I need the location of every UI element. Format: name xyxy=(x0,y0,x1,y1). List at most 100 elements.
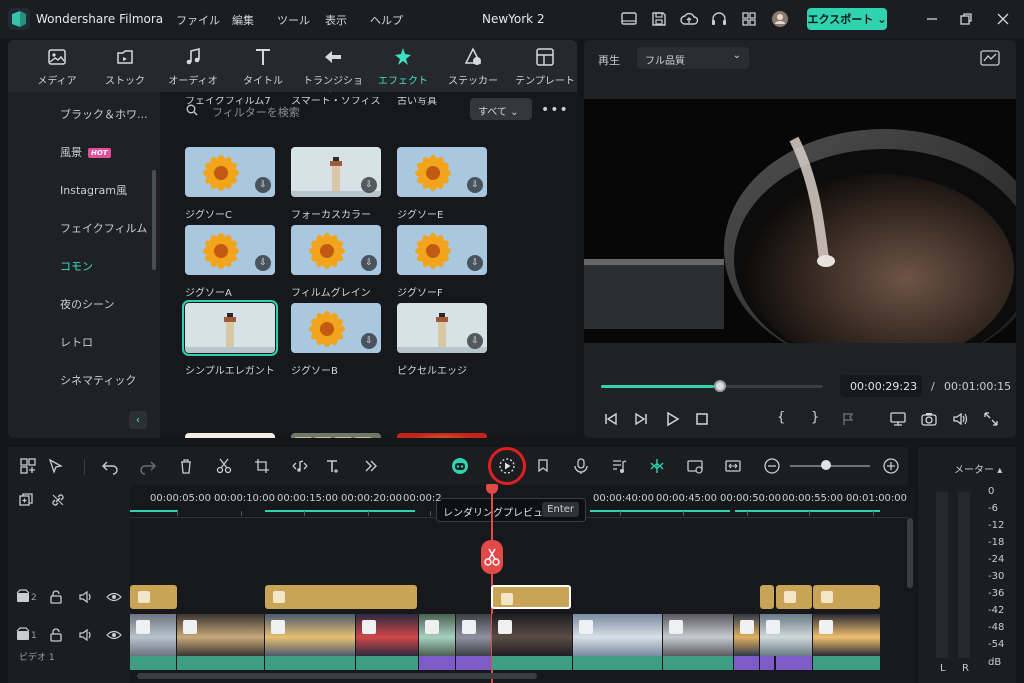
audio-waveform[interactable] xyxy=(456,656,491,670)
timeline-vertical-scrollbar[interactable] xyxy=(907,518,913,588)
layout-icon[interactable] xyxy=(619,9,639,29)
tab-audio[interactable]: オーディオ xyxy=(160,46,226,88)
stop-icon[interactable] xyxy=(693,410,711,428)
render-preview-icon[interactable] xyxy=(498,457,516,475)
video-clip[interactable] xyxy=(456,614,491,656)
undo-icon[interactable] xyxy=(101,457,119,475)
video-clip[interactable] xyxy=(663,614,733,656)
crop-icon[interactable] xyxy=(253,457,271,475)
audio-waveform[interactable] xyxy=(265,656,355,670)
video-track-icon[interactable] xyxy=(16,589,32,605)
video-clip[interactable] xyxy=(813,614,880,656)
download-icon[interactable]: ⇩ xyxy=(255,177,271,193)
lock-icon[interactable] xyxy=(48,627,64,643)
previous-frame-icon[interactable] xyxy=(602,410,620,428)
menu-tools[interactable]: ツール xyxy=(277,12,310,28)
audio-waveform[interactable] xyxy=(130,656,176,670)
marker-icon[interactable] xyxy=(534,457,552,475)
preview-quality-icon[interactable] xyxy=(686,457,704,475)
tab-template[interactable]: テンプレート xyxy=(512,46,577,88)
effect-thumbnail[interactable]: ⇩ xyxy=(185,147,275,197)
effect-thumbnail[interactable]: ⇩ xyxy=(397,303,487,353)
cut-icon[interactable] xyxy=(215,457,233,475)
menu-file[interactable]: ファイル xyxy=(176,12,220,28)
quality-dropdown[interactable]: フル品質 ⌄ xyxy=(637,47,749,69)
effect-thumbnail[interactable] xyxy=(185,433,275,438)
effect-thumbnail[interactable] xyxy=(397,433,487,438)
speaker-icon[interactable] xyxy=(78,589,94,605)
snap-icon[interactable] xyxy=(648,457,666,475)
music-list-icon[interactable] xyxy=(610,457,628,475)
download-icon[interactable]: ⇩ xyxy=(467,177,483,193)
user-avatar[interactable] xyxy=(770,9,790,29)
download-icon[interactable]: ⇩ xyxy=(361,333,377,349)
audio-waveform[interactable] xyxy=(356,656,418,670)
add-track-icon[interactable] xyxy=(18,492,34,508)
effect-thumbnail[interactable]: ⇩ xyxy=(397,147,487,197)
effect-thumbnail[interactable]: ⇩ xyxy=(291,147,381,197)
playback-progress-handle[interactable] xyxy=(714,380,726,392)
video-clip[interactable] xyxy=(419,614,455,656)
tab-sticker[interactable]: ステッカー xyxy=(440,46,506,88)
scopes-icon[interactable] xyxy=(980,49,1000,67)
more-options-icon[interactable]: ••• xyxy=(541,102,569,118)
effect-thumbnail[interactable]: ⇩ xyxy=(397,225,487,275)
fullscreen-icon[interactable] xyxy=(982,410,1000,428)
filter-dropdown[interactable]: すべて ⌄ xyxy=(470,98,532,120)
audio-waveform[interactable] xyxy=(813,656,880,670)
effect-clip[interactable] xyxy=(760,585,774,609)
download-icon[interactable]: ⇩ xyxy=(361,177,377,193)
category-item[interactable]: コモン xyxy=(60,258,93,274)
category-item[interactable]: 風景 HOT xyxy=(60,144,111,160)
video-track-icon[interactable] xyxy=(16,627,32,643)
tab-stock[interactable]: ストック xyxy=(92,46,158,88)
menu-help[interactable]: ヘルプ xyxy=(370,12,403,28)
effect-thumbnail[interactable] xyxy=(291,433,381,438)
play-icon[interactable] xyxy=(663,410,681,428)
minimize-icon[interactable] xyxy=(922,9,942,29)
audio-edit-icon[interactable] xyxy=(291,457,309,475)
audio-waveform[interactable] xyxy=(734,656,759,670)
eye-icon[interactable] xyxy=(106,627,122,643)
apps-grid-icon[interactable] xyxy=(739,9,759,29)
effect-clip[interactable] xyxy=(491,585,571,609)
mark-in-icon[interactable]: { xyxy=(777,410,795,428)
marker-icon[interactable] xyxy=(840,410,858,428)
link-icon[interactable] xyxy=(50,492,66,508)
split-scissors-button[interactable] xyxy=(481,540,503,574)
delete-icon[interactable] xyxy=(177,457,195,475)
current-time[interactable]: 00:00:29:23 xyxy=(840,375,922,397)
lock-icon[interactable] xyxy=(48,589,64,605)
video-clip[interactable] xyxy=(734,614,759,656)
monitor-icon[interactable] xyxy=(889,410,907,428)
effect-clip[interactable] xyxy=(776,585,812,609)
ai-copilot-icon[interactable] xyxy=(451,457,469,475)
download-icon[interactable]: ⇩ xyxy=(255,255,271,271)
video-clip[interactable] xyxy=(130,614,176,656)
audio-waveform[interactable] xyxy=(663,656,733,670)
eye-icon[interactable] xyxy=(106,589,122,605)
audio-waveform[interactable] xyxy=(573,656,662,670)
audio-waveform[interactable] xyxy=(419,656,455,670)
menu-view[interactable]: 表示 xyxy=(325,12,347,28)
effect-clip[interactable] xyxy=(265,585,417,609)
category-item[interactable]: ブラック＆ホワ... xyxy=(60,106,148,122)
more-tools-icon[interactable] xyxy=(362,457,380,475)
effect-thumbnail[interactable]: ⇩ xyxy=(291,225,381,275)
audio-waveform[interactable] xyxy=(760,656,774,670)
download-icon[interactable]: ⇩ xyxy=(361,255,377,271)
mark-out-icon[interactable]: } xyxy=(811,410,829,428)
effect-thumbnail[interactable]: ⇩ xyxy=(291,303,381,353)
text-icon[interactable] xyxy=(324,457,342,475)
timeline-horizontal-scrollbar[interactable] xyxy=(137,673,537,679)
zoom-slider-handle[interactable] xyxy=(821,460,831,470)
video-clip[interactable] xyxy=(573,614,662,656)
download-icon[interactable]: ⇩ xyxy=(467,255,483,271)
download-icon[interactable]: ⇩ xyxy=(467,333,483,349)
tab-transition[interactable]: トランジション xyxy=(300,46,366,102)
select-tool-icon[interactable] xyxy=(47,457,65,475)
zoom-out-icon[interactable] xyxy=(763,457,781,475)
snapshot-icon[interactable] xyxy=(920,410,938,428)
collapse-sidebar-button[interactable]: ‹ xyxy=(129,411,147,429)
video-clip[interactable] xyxy=(760,614,812,656)
